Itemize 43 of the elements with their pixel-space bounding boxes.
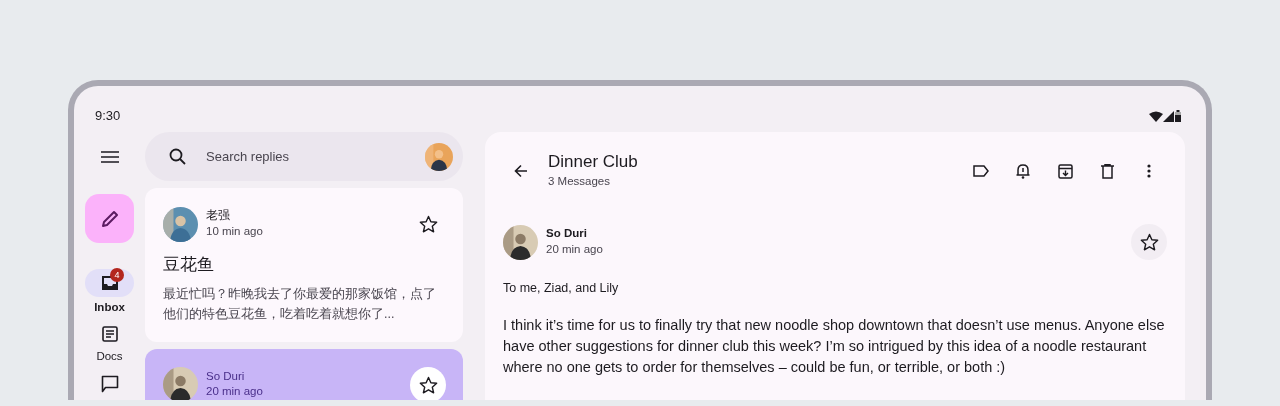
compose-button[interactable] <box>85 194 134 243</box>
recipients: To me, Ziad, and Lily <box>503 280 620 297</box>
more-icon <box>1147 164 1151 178</box>
sender-name: So Duri <box>546 226 588 241</box>
pencil-icon <box>99 208 120 229</box>
search-field[interactable]: Search replies <box>204 145 425 168</box>
battery-icon <box>1174 110 1182 122</box>
avatar <box>163 206 198 242</box>
trash-icon <box>1100 163 1114 179</box>
avatar <box>425 142 453 171</box>
star-button[interactable] <box>1131 224 1167 260</box>
document-icon <box>101 326 118 343</box>
star-icon <box>418 375 438 394</box>
sender-name: So Duri <box>206 368 246 384</box>
sender-name: 老强 <box>206 208 231 223</box>
search-icon <box>169 148 186 165</box>
archive-icon <box>1057 163 1073 179</box>
star-icon <box>418 215 438 233</box>
message-count: 3 Messages <box>548 173 611 189</box>
search-field[interactable]: Search replies <box>145 132 463 181</box>
thread-title: Dinner Club <box>548 152 638 173</box>
avatar <box>503 224 538 260</box>
star-button[interactable] <box>410 366 446 400</box>
menu-icon <box>100 151 119 163</box>
chat-icon <box>100 374 119 393</box>
badge-count: 4 <box>110 268 124 282</box>
label-icon <box>973 165 989 177</box>
message-time: 20 min ago <box>546 241 603 257</box>
email-card[interactable]: So Duri 20 min ago <box>145 348 463 400</box>
email-subject: 豆花鱼 <box>163 254 215 276</box>
avatar <box>163 367 198 400</box>
signal-icon <box>1163 110 1174 122</box>
email-time: 20 min ago <box>206 384 263 400</box>
email-time: 10 min ago <box>206 223 263 239</box>
star-icon <box>1139 233 1159 251</box>
bell-icon <box>1016 163 1030 179</box>
nav-item[interactable]: Docs <box>85 320 134 366</box>
email-preview: 最近忙吗？昨晚我去了你最爱的那家饭馆，点了他们的特色豆花鱼，吃着吃着就想你了... <box>163 285 437 323</box>
status-time: 9:30 <box>95 107 121 125</box>
wifi-icon <box>1149 110 1163 122</box>
back-arrow-icon <box>514 164 528 178</box>
message-body: I think it’s time for us to finally try that new noodle shop downtown that doesn’t use menus. Anyone else have other suggestions for dinner club this week? I’m so intrigued by this idea of a noodle restaurant where no one gets to order for themselves – could be fun, or terrible, or both :) <box>503 315 1166 377</box>
email-card[interactable]: 老强 10 min ago 豆花鱼 最近忙吗？昨晚我去了你最爱的那家饭馆，点了他们的特色豆花鱼，吃着吃着就想你了... <box>145 188 463 342</box>
